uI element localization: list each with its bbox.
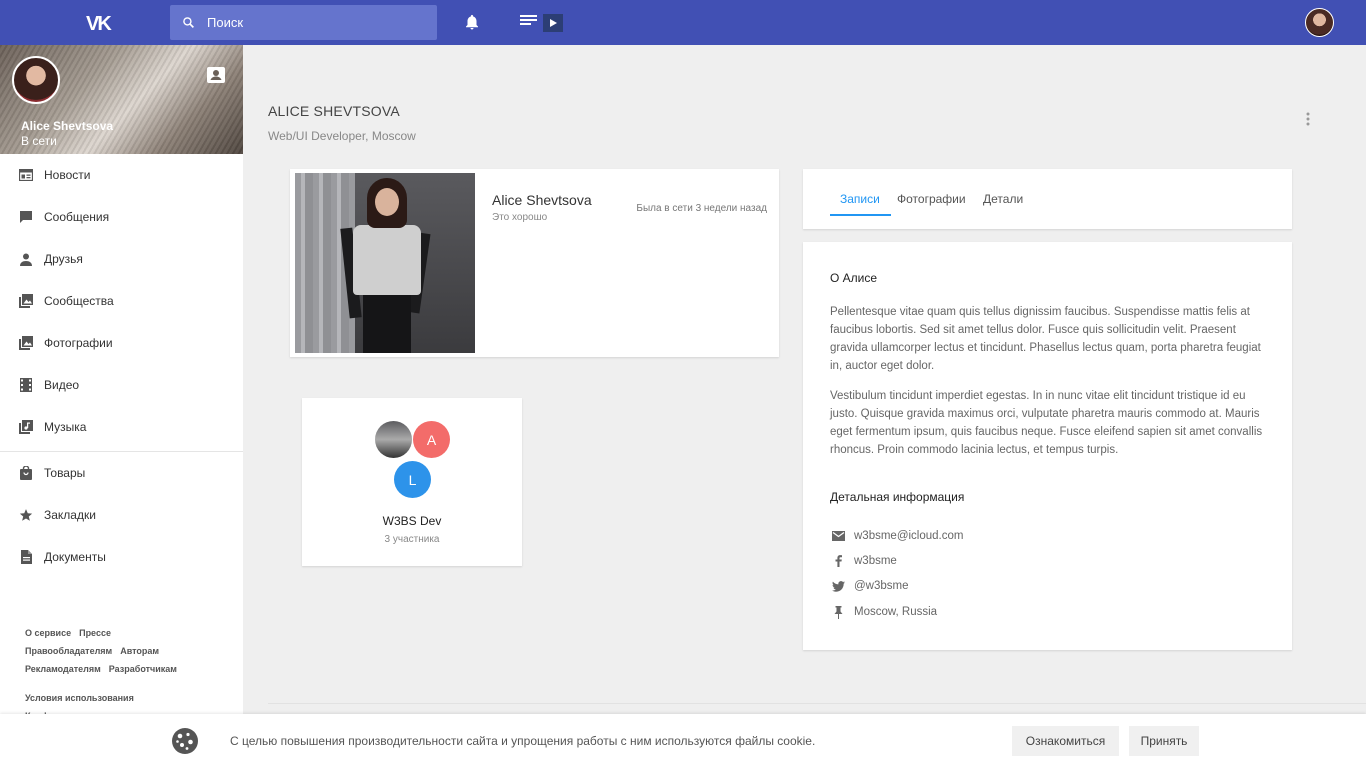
- detail-facebook-text[interactable]: w3bsme: [854, 555, 897, 567]
- sidebar-item-label: Документы: [44, 550, 106, 564]
- twitter-icon: [830, 579, 846, 593]
- about-card: О Алисе Pellentesque vitae quam quis tel…: [803, 242, 1292, 650]
- search-box[interactable]: [170, 5, 437, 40]
- contact-card-icon[interactable]: [206, 66, 226, 84]
- profile-status: Это хорошо: [492, 212, 548, 223]
- pin-icon: [830, 605, 846, 619]
- profile-photo[interactable]: [295, 173, 475, 353]
- last-seen-text: Была в сети 3 недели назад: [636, 203, 767, 214]
- detail-facebook: w3bsme: [830, 554, 897, 568]
- group-member-avatar-photo: [375, 421, 412, 458]
- cookie-accept-button[interactable]: Принять: [1129, 726, 1199, 756]
- search-input[interactable]: [207, 15, 427, 30]
- group-name[interactable]: W3BS Dev: [302, 514, 522, 528]
- tab-photos[interactable]: Фотографии: [897, 192, 966, 206]
- sidebar-item-label: Сообщества: [44, 294, 114, 308]
- sidebar-user-name[interactable]: Alice Shevtsova: [21, 119, 113, 133]
- detail-twitter: @w3bsme: [830, 579, 909, 593]
- profile-card: Alice Shevtsova Это хорошо Была в сети 3…: [290, 169, 779, 357]
- group-member-count: 3 участника: [384, 534, 440, 545]
- cookie-icon: [172, 728, 198, 754]
- sidebar-item-communities[interactable]: Сообщества: [0, 280, 243, 322]
- sidebar-footer-links: О сервисе Прессе Правообладателям Авторам …: [25, 624, 185, 725]
- sidebar-item-goods[interactable]: Товары: [0, 452, 243, 494]
- sidebar-user-status: В сети: [21, 134, 57, 148]
- group-card[interactable]: A L W3BS Dev 3 участника: [302, 398, 522, 566]
- sidebar-item-label: Друзья: [44, 252, 83, 266]
- sidebar-item-label: Новости: [44, 168, 91, 182]
- cookie-learn-more-button[interactable]: Ознакомиться: [1012, 726, 1119, 756]
- tab-details[interactable]: Детали: [983, 192, 1023, 206]
- footer-link-rights[interactable]: Правообладателям: [25, 646, 112, 656]
- search-icon: [183, 17, 194, 28]
- more-vertical-icon[interactable]: [1306, 112, 1310, 126]
- sidebar-item-documents[interactable]: Документы: [0, 536, 243, 578]
- sidebar: Alice Shevtsova В сети Новости Сообщения…: [0, 45, 243, 768]
- tab-posts[interactable]: Записи: [840, 192, 880, 206]
- sidebar-item-news[interactable]: Новости: [0, 154, 243, 196]
- sidebar-item-label: Товары: [44, 466, 86, 480]
- detail-location: Moscow, Russia: [830, 605, 937, 619]
- sidebar-item-label: Видео: [44, 378, 80, 392]
- email-icon: [830, 529, 846, 543]
- about-title: О Алисе: [830, 271, 878, 285]
- footer-link-advertisers[interactable]: Рекламодателям: [25, 664, 101, 674]
- person-icon: [18, 251, 34, 267]
- sidebar-avatar[interactable]: [12, 56, 60, 104]
- sidebar-item-messages[interactable]: Сообщения: [0, 196, 243, 238]
- details-title: Детальная информация: [830, 490, 965, 504]
- about-paragraph-1: Pellentesque vitae quam quis tellus dign…: [830, 306, 1261, 372]
- sidebar-nav: Новости Сообщения Друзья Сообщества Фото…: [0, 154, 243, 578]
- detail-location-text: Moscow, Russia: [854, 606, 938, 618]
- video-icon: [18, 377, 34, 393]
- sidebar-profile-header: Alice Shevtsova В сети: [0, 45, 243, 154]
- footer-link-terms[interactable]: Условия использования: [25, 693, 134, 703]
- detail-email-text[interactable]: w3bsme@icloud.com: [854, 530, 963, 542]
- detail-email: w3bsme@icloud.com: [830, 529, 963, 543]
- photos-icon: [18, 335, 34, 351]
- bag-icon: [18, 465, 34, 481]
- news-icon: [18, 167, 34, 183]
- sidebar-item-music[interactable]: Музыка: [0, 406, 243, 448]
- content-divider: [268, 703, 1366, 704]
- bell-icon[interactable]: [463, 13, 481, 31]
- profile-tabs: Записи Фотографии Детали: [803, 169, 1292, 229]
- vk-logo[interactable]: VK: [86, 13, 120, 35]
- sidebar-item-label: Фотографии: [44, 336, 113, 350]
- profile-name: Alice Shevtsova: [492, 192, 592, 208]
- sidebar-item-label: Музыка: [44, 420, 87, 434]
- footer-link-about[interactable]: О сервисе: [25, 628, 71, 638]
- group-member-avatar-a: A: [413, 421, 450, 458]
- sidebar-item-video[interactable]: Видео: [0, 364, 243, 406]
- cookie-banner: С целью повышения производительности сай…: [0, 714, 1366, 768]
- sidebar-item-friends[interactable]: Друзья: [0, 238, 243, 280]
- group-member-avatar-l: L: [394, 461, 431, 498]
- top-navigation-bar: VK: [0, 0, 1366, 45]
- sidebar-item-label: Сообщения: [44, 210, 110, 224]
- communities-icon: [18, 293, 34, 309]
- detail-twitter-text[interactable]: @w3bsme: [854, 580, 909, 592]
- active-tab-indicator: [830, 214, 891, 216]
- cookie-message: С целью повышения производительности сай…: [230, 734, 816, 748]
- footer-link-developers[interactable]: Разработчикам: [109, 664, 177, 674]
- user-avatar[interactable]: [1305, 8, 1334, 37]
- footer-link-authors[interactable]: Авторам: [120, 646, 159, 656]
- message-icon: [18, 209, 34, 225]
- music-player-icon[interactable]: [519, 12, 565, 32]
- sidebar-item-bookmarks[interactable]: Закладки: [0, 494, 243, 536]
- document-icon: [18, 549, 34, 565]
- footer-link-press[interactable]: Прессе: [79, 628, 111, 638]
- sidebar-item-photos[interactable]: Фотографии: [0, 322, 243, 364]
- star-icon: [18, 507, 34, 523]
- page-title: ALICE SHEVTSOVA: [268, 103, 400, 119]
- music-icon: [18, 419, 34, 435]
- page-subtitle: Web/UI Developer, Moscow: [268, 129, 416, 143]
- sidebar-item-label: Закладки: [44, 508, 96, 522]
- about-paragraph-2: Vestibulum tincidunt imperdiet egestas. …: [830, 390, 1263, 456]
- facebook-icon: [830, 554, 846, 568]
